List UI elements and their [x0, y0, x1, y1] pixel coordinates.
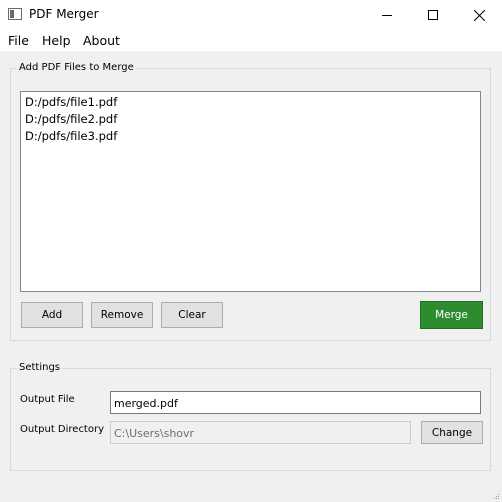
- menu-about[interactable]: About: [83, 33, 120, 48]
- files-group-title: Add PDF Files to Merge: [17, 62, 136, 73]
- output-file-field[interactable]: merged.pdf: [110, 391, 481, 414]
- settings-group: [10, 368, 491, 471]
- minimize-button[interactable]: [364, 0, 410, 30]
- close-button[interactable]: [456, 0, 502, 30]
- change-button[interactable]: Change: [421, 421, 483, 444]
- window-title: PDF Merger: [29, 7, 99, 21]
- title-bar: PDF Merger: [0, 0, 502, 30]
- app-icon: [8, 8, 22, 20]
- remove-button[interactable]: Remove: [91, 302, 153, 328]
- list-item[interactable]: D:/pdfs/file1.pdf: [25, 95, 117, 109]
- maximize-icon: [428, 10, 438, 20]
- merge-button[interactable]: Merge: [420, 301, 483, 329]
- output-file-label: Output File: [20, 394, 75, 405]
- list-item[interactable]: D:/pdfs/file3.pdf: [25, 129, 117, 143]
- clear-button[interactable]: Clear: [161, 302, 223, 328]
- output-directory-label: Output Directory: [20, 424, 105, 435]
- settings-group-title: Settings: [17, 362, 63, 373]
- maximize-button[interactable]: [410, 0, 456, 30]
- close-icon: [473, 9, 485, 21]
- add-button[interactable]: Add: [21, 302, 83, 328]
- list-item[interactable]: D:/pdfs/file2.pdf: [25, 112, 117, 126]
- menu-file[interactable]: File: [8, 33, 29, 48]
- output-directory-field: C:\Users\shovr: [110, 421, 411, 444]
- menu-bar: File Help About: [0, 30, 502, 51]
- menu-help[interactable]: Help: [42, 33, 71, 48]
- minimize-icon: [382, 15, 392, 16]
- file-list[interactable]: D:/pdfs/file1.pdf D:/pdfs/file2.pdf D:/p…: [20, 91, 481, 292]
- resize-grip-icon[interactable]: [494, 494, 500, 500]
